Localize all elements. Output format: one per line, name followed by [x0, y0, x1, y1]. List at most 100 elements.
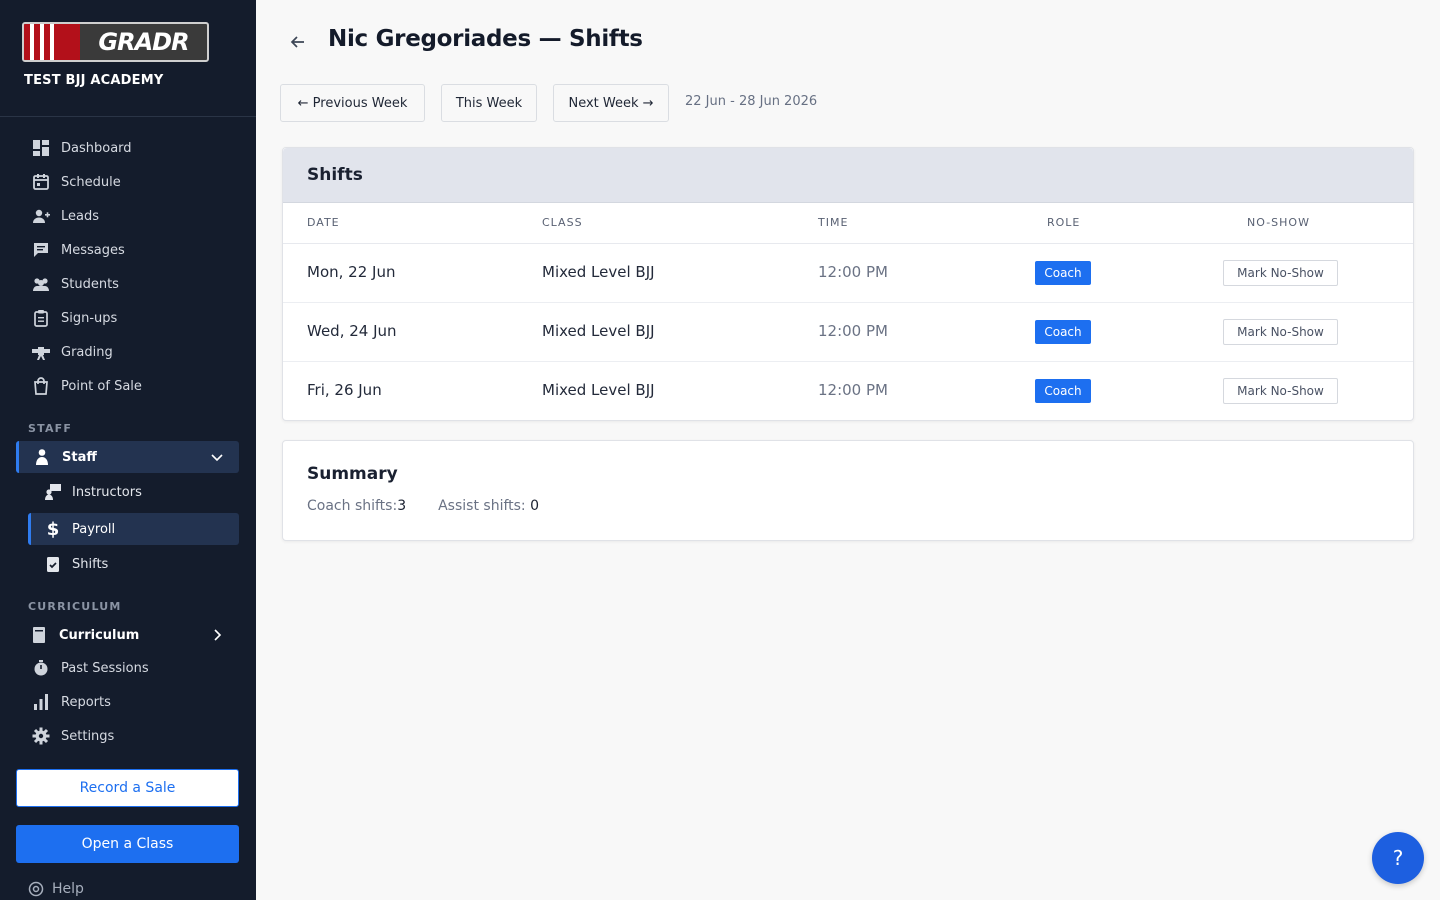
page-title: Nic Gregoriades — Shifts — [328, 26, 643, 52]
sidebar-item-instructors[interactable]: Instructors — [28, 476, 239, 508]
sidebar-item-shifts[interactable]: Shifts — [28, 548, 239, 580]
sidebar-item-label: Point of Sale — [61, 378, 142, 394]
students-icon — [32, 275, 50, 293]
academy-name: TEST BJJ ACADEMY — [24, 73, 164, 88]
sidebar: GRADR TEST BJJ ACADEMY Dashboard Schedul… — [0, 0, 256, 900]
sidebar-divider — [0, 116, 256, 117]
help-label: Help — [52, 881, 84, 897]
sidebar-item-label: Schedule — [61, 174, 121, 190]
sidebar-item-sign-ups[interactable]: Sign-ups — [32, 306, 117, 330]
dollar-icon: $ — [46, 518, 60, 540]
person-icon — [33, 448, 51, 466]
table-header: DATE CLASS TIME ROLE NO-SHOW — [283, 203, 1413, 244]
table-row: Fri, 26 Jun Mixed Level BJJ 12:00 PM Coa… — [283, 362, 1413, 421]
mark-no-show-button[interactable]: Mark No-Show — [1223, 319, 1338, 345]
help-link[interactable]: Help — [28, 881, 84, 897]
shift-date: Mon, 22 Jun — [307, 263, 396, 281]
book-icon — [30, 626, 48, 644]
sidebar-group-staff[interactable]: Staff — [16, 441, 239, 473]
sidebar-item-label: Students — [61, 276, 119, 292]
sidebar-group-label: Curriculum — [59, 627, 140, 643]
shift-date: Wed, 24 Jun — [307, 322, 397, 340]
sidebar-item-dashboard[interactable]: Dashboard — [32, 136, 132, 160]
sidebar-item-schedule[interactable]: Schedule — [32, 170, 121, 194]
calendar-icon — [32, 173, 50, 191]
next-week-button[interactable]: Next Week → — [553, 84, 669, 122]
bar-chart-icon — [32, 693, 50, 711]
curriculum-section-label: CURRICULUM — [28, 600, 122, 613]
sidebar-item-reports[interactable]: Reports — [32, 690, 111, 714]
lifebuoy-icon — [28, 881, 44, 897]
shift-time: 12:00 PM — [818, 381, 888, 399]
sidebar-item-label: Reports — [61, 694, 111, 710]
sidebar-item-past-sessions[interactable]: Past Sessions — [32, 656, 149, 680]
clipboard-check-icon — [44, 555, 62, 573]
assist-shifts-label: Assist shifts: — [438, 498, 526, 514]
column-header-time: TIME — [818, 216, 849, 229]
shift-class: Mixed Level BJJ — [542, 263, 655, 281]
open-class-button[interactable]: Open a Class — [16, 825, 239, 863]
sidebar-item-label: Grading — [61, 344, 113, 360]
sidebar-group-label: Staff — [62, 449, 97, 465]
sidebar-item-label: Settings — [61, 728, 115, 744]
table-row: Mon, 22 Jun Mixed Level BJJ 12:00 PM Coa… — [283, 244, 1413, 303]
sidebar-item-label: Shifts — [72, 556, 109, 572]
sidebar-item-label: Sign-ups — [61, 310, 118, 326]
sidebar-item-students[interactable]: Students — [32, 272, 119, 296]
instructor-icon — [44, 483, 62, 501]
shift-class: Mixed Level BJJ — [542, 322, 655, 340]
dashboard-icon — [32, 139, 50, 157]
chevron-down-icon — [211, 454, 223, 462]
coach-shifts-label: Coach shifts: — [307, 498, 398, 514]
coach-shifts-stat: Coach shifts:3 — [307, 498, 406, 514]
back-arrow-icon[interactable] — [288, 32, 308, 52]
sidebar-item-payroll[interactable]: $ Payroll — [28, 513, 239, 545]
help-fab-button[interactable]: ? — [1372, 832, 1424, 884]
shifts-card-title: Shifts — [283, 148, 1413, 203]
shift-time: 12:00 PM — [818, 263, 888, 281]
record-sale-button[interactable]: Record a Sale — [16, 769, 239, 807]
column-header-role: ROLE — [1047, 216, 1081, 229]
assist-shifts-value: 0 — [530, 498, 540, 514]
sidebar-item-grading[interactable]: Grading — [32, 340, 113, 364]
summary-title: Summary — [307, 464, 398, 484]
role-badge: Coach — [1035, 261, 1091, 285]
sidebar-item-settings[interactable]: Settings — [32, 724, 114, 748]
sidebar-group-curriculum[interactable]: Curriculum — [16, 619, 239, 651]
coach-shifts-value: 3 — [397, 498, 407, 514]
assist-shifts-stat: Assist shifts: 0 — [438, 498, 539, 514]
role-badge: Coach — [1035, 379, 1091, 403]
add-person-icon — [32, 207, 50, 225]
chevron-right-icon — [214, 629, 222, 641]
sidebar-item-point-of-sale[interactable]: Point of Sale — [32, 374, 142, 398]
stopwatch-icon — [32, 659, 50, 677]
logo-flag — [24, 24, 80, 60]
summary-card: Summary Coach shifts:3 Assist shifts: 0 — [282, 440, 1414, 541]
staff-section-label: STAFF — [28, 422, 73, 435]
this-week-button[interactable]: This Week — [441, 84, 537, 122]
logo-text: GRADR — [98, 28, 189, 56]
chat-icon — [32, 241, 50, 259]
mark-no-show-button[interactable]: Mark No-Show — [1223, 378, 1338, 404]
shift-date: Fri, 26 Jun — [307, 381, 382, 399]
role-badge: Coach — [1035, 320, 1091, 344]
mark-no-show-button[interactable]: Mark No-Show — [1223, 260, 1338, 286]
clipboard-icon — [32, 309, 50, 327]
sidebar-item-messages[interactable]: Messages — [32, 238, 125, 262]
shift-time: 12:00 PM — [818, 322, 888, 340]
sidebar-item-label: Instructors — [72, 484, 142, 500]
shift-class: Mixed Level BJJ — [542, 381, 655, 399]
sidebar-item-label: Leads — [61, 208, 100, 224]
shifts-card: Shifts DATE CLASS TIME ROLE NO-SHOW Mon,… — [282, 147, 1414, 421]
bag-icon — [32, 377, 50, 395]
sidebar-item-label: Payroll — [72, 521, 116, 537]
sidebar-item-label: Dashboard — [61, 140, 132, 156]
sidebar-item-leads[interactable]: Leads — [32, 204, 99, 228]
table-row: Wed, 24 Jun Mixed Level BJJ 12:00 PM Coa… — [283, 303, 1413, 362]
previous-week-button[interactable]: ← Previous Week — [280, 84, 425, 122]
gradr-logo[interactable]: GRADR — [22, 22, 209, 62]
date-range: 22 Jun - 28 Jun 2026 — [685, 94, 818, 109]
column-header-class: CLASS — [542, 216, 583, 229]
belt-icon — [32, 343, 50, 361]
sidebar-item-label: Messages — [61, 242, 125, 258]
